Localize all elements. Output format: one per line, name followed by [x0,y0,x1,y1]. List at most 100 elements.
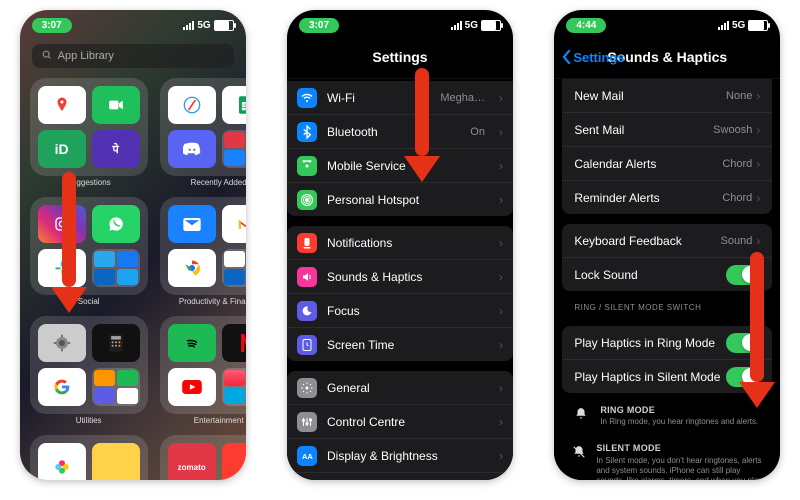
chevron-right-icon: › [756,191,760,205]
chevron-right-icon: › [499,381,503,395]
hotspot-icon [297,190,317,210]
app-zomato[interactable]: zomato [168,443,216,480]
nav-title: Sounds & Haptics [607,49,727,65]
bell-icon [572,407,590,424]
folder-utilities[interactable]: Utilities [30,316,148,425]
folder-more-recently-added[interactable] [222,130,246,168]
row-sent-mail[interactable]: Sent MailSwoosh› [562,112,772,146]
status-time: 4:44 [566,18,606,33]
settings-row-focus[interactable]: Focus› [287,293,513,327]
app-safari[interactable] [168,86,216,124]
status-bar: 3:07 5G [287,14,513,36]
chevron-right-icon: › [756,234,760,248]
folder-entertainment[interactable]: Entertainment [160,316,246,425]
settings-list[interactable]: Wi-FiMegha…›BluetoothOn›Mobile Service›P… [287,79,513,480]
app-youtube[interactable] [168,368,216,406]
battery-icon [748,20,768,31]
svg-text:AA: AA [302,452,313,461]
gear-icon [297,378,317,398]
info-silent-mode: SILENT MODEIn Silent mode, you don't hea… [562,439,772,480]
chevron-right-icon: › [499,236,503,250]
chevron-right-icon: › [756,89,760,103]
display-icon: AA [297,446,317,466]
app-generic-yellow[interactable] [92,443,140,480]
settings-row-screen-time[interactable]: Screen Time› [287,327,513,361]
app-gmail[interactable] [222,205,246,243]
folder-more-social[interactable] [92,249,140,287]
app-google-maps[interactable] [38,86,86,124]
annotation-arrow-to-settings [62,172,87,313]
settings-row-mobile-service[interactable]: Mobile Service› [287,148,513,182]
status-time: 3:07 [32,18,72,33]
app-generic-red[interactable] [222,443,246,480]
folder-social[interactable]: Social [30,197,148,306]
folder-more-entertainment[interactable] [222,368,246,406]
chevron-right-icon: › [499,193,503,207]
sound-icon [297,267,317,287]
chevron-right-icon: › [499,338,503,352]
folder-partial-right[interactable]: zomato [160,435,246,480]
network-label: 5G [197,20,210,31]
settings-row-bluetooth[interactable]: BluetoothOn› [287,114,513,148]
app-settings[interactable] [38,324,86,362]
cell-icon [297,156,317,176]
row-play-haptics-in-ring-mode[interactable]: Play Haptics in Ring Mode [562,326,772,359]
chevron-right-icon: › [499,449,503,463]
settings-row-general[interactable]: General› [287,371,513,404]
row-new-mail[interactable]: New MailNone› [562,79,772,112]
search-placeholder: App Library [58,50,114,62]
settings-row-personal-hotspot[interactable]: Personal Hotspot› [287,182,513,216]
settings-row-wi-fi[interactable]: Wi-FiMegha…› [287,81,513,114]
row-keyboard-feedback[interactable]: Keyboard FeedbackSound› [562,224,772,257]
signal-icon [451,21,462,30]
sounds-list[interactable]: New MailNone›Sent MailSwoosh›Calendar Al… [554,79,780,480]
folder-recently-added[interactable]: Recently Added [160,78,246,187]
settings-row-notifications[interactable]: Notifications› [287,226,513,259]
chevron-right-icon: › [499,304,503,318]
app-photos[interactable] [38,443,86,480]
settings-row-control-centre[interactable]: Control Centre› [287,404,513,438]
folder-productivity-finance[interactable]: Productivity & Finance [160,197,246,306]
screen-icon [297,335,317,355]
chevron-right-icon: › [499,125,503,139]
chevron-right-icon: › [756,157,760,171]
signal-icon [183,21,194,30]
bt-icon [297,122,317,142]
app-phonepe[interactable]: पे [92,130,140,168]
nav-bar: Settings Sounds & Haptics [554,36,780,79]
notif-icon [297,233,317,253]
battery-icon [214,20,234,31]
app-netflix[interactable] [222,324,246,362]
annotation-arrow-to-sounds [415,68,440,182]
row-calendar-alerts[interactable]: Calendar AlertsChord› [562,146,772,180]
screenshot-sounds-haptics: 4:44 5G Settings Sounds & Haptics New Ma… [554,10,780,480]
settings-row-sounds-haptics[interactable]: Sounds & Haptics› [287,259,513,293]
section-header-ring-silent: RING / SILENT MODE SWITCH [562,291,772,316]
home-icon [297,480,317,481]
app-google-sheets[interactable] [222,86,246,124]
folder-partial-left[interactable] [30,435,148,480]
app-id[interactable]: iD [38,130,86,168]
app-facetime[interactable] [92,86,140,124]
app-chrome[interactable] [168,249,216,287]
chevron-right-icon: › [756,123,760,137]
back-button[interactable]: Settings [562,36,624,78]
app-discord[interactable] [168,130,216,168]
app-whatsapp[interactable] [92,205,140,243]
row-lock-sound[interactable]: Lock Sound [562,257,772,291]
row-reminder-alerts[interactable]: Reminder AlertsChord› [562,180,772,214]
settings-row-home-screen-app-library[interactable]: Home Screen & App Library› [287,472,513,480]
app-mail[interactable] [168,205,216,243]
cc-icon [297,412,317,432]
screenshot-settings: 3:07 5G Settings Wi-FiMegha…›BluetoothOn… [287,10,513,480]
folder-more-utilities[interactable] [92,368,140,406]
nav-bar: Settings [287,36,513,79]
app-spotify[interactable] [168,324,216,362]
app-calculator[interactable] [92,324,140,362]
app-google[interactable] [38,368,86,406]
folder-suggestions[interactable]: iD पे Suggestions [30,78,148,187]
settings-row-display-brightness[interactable]: AADisplay & Brightness› [287,438,513,472]
app-library-search[interactable]: App Library [32,44,234,68]
chevron-right-icon: › [499,159,503,173]
folder-more-productivity[interactable] [222,249,246,287]
